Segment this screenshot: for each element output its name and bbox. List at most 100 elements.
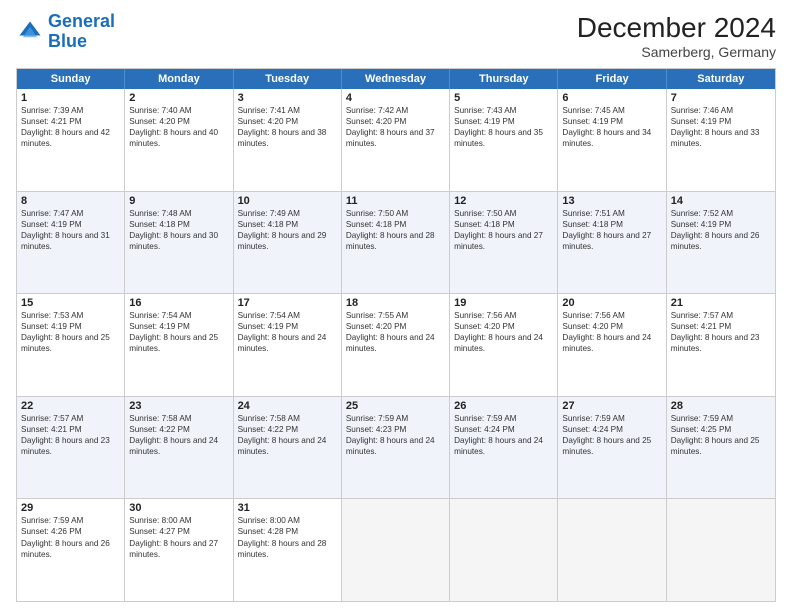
sunrise-text: Sunrise: 7:46 AM [671,105,771,116]
daylight-text: Daylight: 8 hours and 25 minutes. [562,435,661,457]
day-cell-19: 19Sunrise: 7:56 AMSunset: 4:20 PMDayligh… [450,294,558,396]
calendar-week-1: 1Sunrise: 7:39 AMSunset: 4:21 PMDaylight… [17,89,775,192]
daylight-text: Daylight: 8 hours and 31 minutes. [21,230,120,252]
sunset-text: Sunset: 4:18 PM [129,219,228,230]
sunset-text: Sunset: 4:19 PM [21,321,120,332]
sunset-text: Sunset: 4:19 PM [454,116,553,127]
day-cell-14: 14Sunrise: 7:52 AMSunset: 4:19 PMDayligh… [667,192,775,294]
daylight-text: Daylight: 8 hours and 24 minutes. [346,332,445,354]
day-cell-3: 3Sunrise: 7:41 AMSunset: 4:20 PMDaylight… [234,89,342,191]
day-cell-29: 29Sunrise: 7:59 AMSunset: 4:26 PMDayligh… [17,499,125,601]
daylight-text: Daylight: 8 hours and 23 minutes. [21,435,120,457]
logo-line1: General [48,11,115,31]
day-number: 8 [21,195,120,207]
sunrise-text: Sunrise: 7:56 AM [454,310,553,321]
sunrise-text: Sunrise: 7:43 AM [454,105,553,116]
daylight-text: Daylight: 8 hours and 28 minutes. [346,230,445,252]
sunrise-text: Sunrise: 7:54 AM [238,310,337,321]
day-cell-12: 12Sunrise: 7:50 AMSunset: 4:18 PMDayligh… [450,192,558,294]
logo-line2: Blue [48,31,87,51]
sunrise-text: Sunrise: 7:57 AM [21,413,120,424]
calendar-week-3: 15Sunrise: 7:53 AMSunset: 4:19 PMDayligh… [17,294,775,397]
day-number: 12 [454,195,553,207]
header-day-monday: Monday [125,69,233,89]
daylight-text: Daylight: 8 hours and 27 minutes. [562,230,661,252]
sunset-text: Sunset: 4:18 PM [562,219,661,230]
sunrise-text: Sunrise: 7:55 AM [346,310,445,321]
day-number: 13 [562,195,661,207]
day-number: 10 [238,195,337,207]
sunrise-text: Sunrise: 8:00 AM [238,515,337,526]
sunset-text: Sunset: 4:18 PM [454,219,553,230]
daylight-text: Daylight: 8 hours and 35 minutes. [454,127,553,149]
sunrise-text: Sunrise: 7:58 AM [238,413,337,424]
sunrise-text: Sunrise: 8:00 AM [129,515,228,526]
sunset-text: Sunset: 4:23 PM [346,424,445,435]
sunset-text: Sunset: 4:22 PM [238,424,337,435]
calendar: SundayMondayTuesdayWednesdayThursdayFrid… [16,68,776,602]
daylight-text: Daylight: 8 hours and 34 minutes. [562,127,661,149]
day-cell-11: 11Sunrise: 7:50 AMSunset: 4:18 PMDayligh… [342,192,450,294]
empty-cell [558,499,666,601]
sunrise-text: Sunrise: 7:59 AM [21,515,120,526]
day-cell-26: 26Sunrise: 7:59 AMSunset: 4:24 PMDayligh… [450,397,558,499]
day-cell-27: 27Sunrise: 7:59 AMSunset: 4:24 PMDayligh… [558,397,666,499]
sunrise-text: Sunrise: 7:49 AM [238,208,337,219]
day-number: 3 [238,92,337,104]
day-cell-9: 9Sunrise: 7:48 AMSunset: 4:18 PMDaylight… [125,192,233,294]
sunset-text: Sunset: 4:26 PM [21,526,120,537]
sunset-text: Sunset: 4:19 PM [129,321,228,332]
daylight-text: Daylight: 8 hours and 24 minutes. [562,332,661,354]
day-cell-16: 16Sunrise: 7:54 AMSunset: 4:19 PMDayligh… [125,294,233,396]
header: General Blue December 2024 Samerberg, Ge… [16,12,776,60]
day-number: 5 [454,92,553,104]
day-cell-17: 17Sunrise: 7:54 AMSunset: 4:19 PMDayligh… [234,294,342,396]
day-cell-1: 1Sunrise: 7:39 AMSunset: 4:21 PMDaylight… [17,89,125,191]
day-number: 7 [671,92,771,104]
daylight-text: Daylight: 8 hours and 25 minutes. [21,332,120,354]
logo-text: General Blue [48,12,115,52]
day-cell-5: 5Sunrise: 7:43 AMSunset: 4:19 PMDaylight… [450,89,558,191]
day-number: 28 [671,400,771,412]
main-title: December 2024 [577,12,776,44]
day-cell-21: 21Sunrise: 7:57 AMSunset: 4:21 PMDayligh… [667,294,775,396]
day-cell-30: 30Sunrise: 8:00 AMSunset: 4:27 PMDayligh… [125,499,233,601]
sunset-text: Sunset: 4:21 PM [671,321,771,332]
sunset-text: Sunset: 4:19 PM [21,219,120,230]
day-cell-13: 13Sunrise: 7:51 AMSunset: 4:18 PMDayligh… [558,192,666,294]
sunset-text: Sunset: 4:21 PM [21,116,120,127]
day-cell-18: 18Sunrise: 7:55 AMSunset: 4:20 PMDayligh… [342,294,450,396]
sunset-text: Sunset: 4:20 PM [346,321,445,332]
day-cell-24: 24Sunrise: 7:58 AMSunset: 4:22 PMDayligh… [234,397,342,499]
header-day-thursday: Thursday [450,69,558,89]
day-cell-8: 8Sunrise: 7:47 AMSunset: 4:19 PMDaylight… [17,192,125,294]
day-number: 22 [21,400,120,412]
calendar-week-5: 29Sunrise: 7:59 AMSunset: 4:26 PMDayligh… [17,499,775,601]
daylight-text: Daylight: 8 hours and 24 minutes. [238,435,337,457]
header-day-sunday: Sunday [17,69,125,89]
day-number: 15 [21,297,120,309]
day-cell-22: 22Sunrise: 7:57 AMSunset: 4:21 PMDayligh… [17,397,125,499]
sunset-text: Sunset: 4:20 PM [562,321,661,332]
sunset-text: Sunset: 4:24 PM [454,424,553,435]
calendar-header: SundayMondayTuesdayWednesdayThursdayFrid… [17,69,775,89]
daylight-text: Daylight: 8 hours and 24 minutes. [238,332,337,354]
logo: General Blue [16,12,115,52]
sunrise-text: Sunrise: 7:59 AM [454,413,553,424]
day-cell-28: 28Sunrise: 7:59 AMSunset: 4:25 PMDayligh… [667,397,775,499]
day-cell-23: 23Sunrise: 7:58 AMSunset: 4:22 PMDayligh… [125,397,233,499]
day-number: 23 [129,400,228,412]
sunrise-text: Sunrise: 7:50 AM [346,208,445,219]
day-number: 26 [454,400,553,412]
daylight-text: Daylight: 8 hours and 24 minutes. [129,435,228,457]
day-number: 1 [21,92,120,104]
day-number: 18 [346,297,445,309]
daylight-text: Daylight: 8 hours and 38 minutes. [238,127,337,149]
sunset-text: Sunset: 4:19 PM [671,116,771,127]
daylight-text: Daylight: 8 hours and 26 minutes. [21,538,120,560]
daylight-text: Daylight: 8 hours and 37 minutes. [346,127,445,149]
daylight-text: Daylight: 8 hours and 33 minutes. [671,127,771,149]
subtitle: Samerberg, Germany [577,44,776,60]
day-number: 14 [671,195,771,207]
calendar-body: 1Sunrise: 7:39 AMSunset: 4:21 PMDaylight… [17,89,775,601]
